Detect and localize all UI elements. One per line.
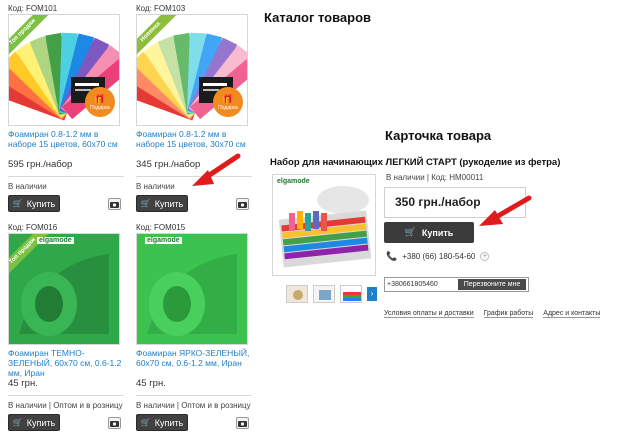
product-name-link[interactable]: Фоамиран ТЕМНО-ЗЕЛЕНЫЙ, 60x70 см, 0.6-1.…	[8, 348, 124, 378]
callback-phone-input[interactable]	[387, 278, 457, 291]
product-image[interactable]: Новинка 🎁 Подарок	[136, 14, 248, 126]
camera-icon	[110, 201, 119, 208]
annotation-arrow	[479, 195, 532, 226]
product-code: Код: FOM101	[8, 4, 58, 13]
product-price: 45 грн.	[8, 378, 38, 389]
thumbnail-image	[314, 286, 334, 302]
payment-delivery-link[interactable]: Условия оплаты и доставки	[384, 310, 474, 318]
buy-button[interactable]: 🛒 Купить	[136, 195, 188, 212]
product-thumbnail[interactable]	[340, 285, 362, 303]
brand-logo: elgamode	[277, 178, 310, 185]
schedule-link[interactable]: График работы	[483, 310, 534, 318]
product-name-link[interactable]: Фоамиран 0.8-1.2 мм в наборе 15 цветов, …	[8, 129, 124, 150]
buy-button[interactable]: 🛒 Купить	[136, 414, 188, 431]
product-name-link[interactable]: Фоамиран 0.8-1.2 мм в наборе 15 цветов, …	[136, 129, 252, 150]
cart-icon: 🛒	[140, 418, 151, 427]
gift-badge: 🎁 Подарок	[85, 87, 115, 117]
callback-form: Перезвоните мне	[384, 277, 529, 292]
info-links: Условия оплаты и доставки График работы …	[384, 310, 601, 318]
camera-icon	[110, 420, 119, 427]
camera-icon	[238, 201, 247, 208]
buy-button[interactable]: 🛒 Купить	[8, 414, 60, 431]
stock-status: В наличии | Оптом и в розницу	[136, 401, 251, 410]
divider	[136, 395, 252, 396]
phone-line: 📞 +380 (66) 180-54-60 +	[386, 251, 490, 262]
product-card-buy-button[interactable]: 🛒 Купить	[384, 222, 474, 243]
product-card: Код: FOM101 Топ продаж 🎁 Подарок Фоамира…	[8, 4, 124, 213]
annotation-arrow	[192, 153, 241, 186]
cart-icon: 🛒	[140, 199, 151, 208]
product-thumbnail[interactable]	[286, 285, 308, 303]
camera-button[interactable]	[108, 198, 121, 210]
camera-icon	[238, 420, 247, 427]
plus-icon[interactable]: +	[480, 252, 490, 261]
product-main-image[interactable]: elgamode	[272, 174, 376, 276]
cart-icon: 🛒	[12, 199, 23, 208]
product-card: Код: FOM016 Топ продаж elgamode Фоамиран…	[8, 223, 124, 432]
gift-badge: 🎁 Подарок	[213, 87, 243, 117]
contacts-link[interactable]: Адрес и контакты	[543, 310, 601, 318]
product-card-title: Набор для начинающих ЛЕГКИЙ СТАРТ (рукод…	[270, 157, 561, 168]
camera-button[interactable]	[236, 417, 249, 429]
divider	[8, 395, 124, 396]
product-image[interactable]: Топ продаж 🎁 Подарок	[8, 14, 120, 126]
buy-button[interactable]: 🛒 Купить	[8, 195, 60, 212]
product-card-stock: В наличии | Код: НМ00011	[386, 173, 484, 182]
product-name-link[interactable]: Фоамиран ЯРКО-ЗЕЛЕНЫЙ, 60x70 см, 0.6-1.2…	[136, 348, 252, 369]
divider	[8, 176, 124, 177]
product-price: 45 грн.	[136, 378, 166, 389]
phone-number: +380 (66) 180-54-60	[402, 252, 476, 261]
stock-status: В наличии	[8, 182, 47, 191]
product-code: Код: FOM103	[136, 4, 186, 13]
product-price: 595 грн./набор	[8, 159, 73, 170]
brand-logo: elgamode	[37, 237, 74, 244]
card-heading: Карточка товара	[385, 128, 492, 143]
product-card: Код: FOM015 elgamode Фоамиран ЯРКО-ЗЕЛЕН…	[136, 223, 252, 432]
cart-icon: 🛒	[404, 227, 416, 237]
product-image[interactable]: elgamode	[136, 233, 248, 345]
product-image[interactable]: Топ продаж elgamode	[8, 233, 120, 345]
foam-sheet-image	[137, 234, 247, 344]
catalog-heading: Каталог товаров	[264, 10, 372, 25]
felt-kit-image	[273, 175, 375, 275]
chevron-right-icon: ›	[370, 289, 374, 298]
product-code: Код: FOM016	[8, 223, 58, 232]
thumbnail-image	[341, 286, 361, 302]
camera-button[interactable]	[108, 417, 121, 429]
gift-icon: 🎁	[94, 93, 106, 104]
stock-status: В наличии | Оптом и в розницу	[8, 401, 123, 410]
cart-icon: 🛒	[12, 418, 23, 427]
product-thumbnail[interactable]	[313, 285, 335, 303]
thumbnail-image	[287, 286, 307, 302]
next-thumbnail-button[interactable]: ›	[367, 287, 377, 301]
product-code: Код: FOM015	[136, 223, 186, 232]
gift-icon: 🎁	[222, 93, 234, 104]
phone-icon: 📞	[386, 251, 398, 261]
camera-button[interactable]	[236, 198, 249, 210]
brand-logo: elgamode	[145, 237, 182, 244]
callback-button[interactable]: Перезвоните мне	[458, 279, 526, 290]
